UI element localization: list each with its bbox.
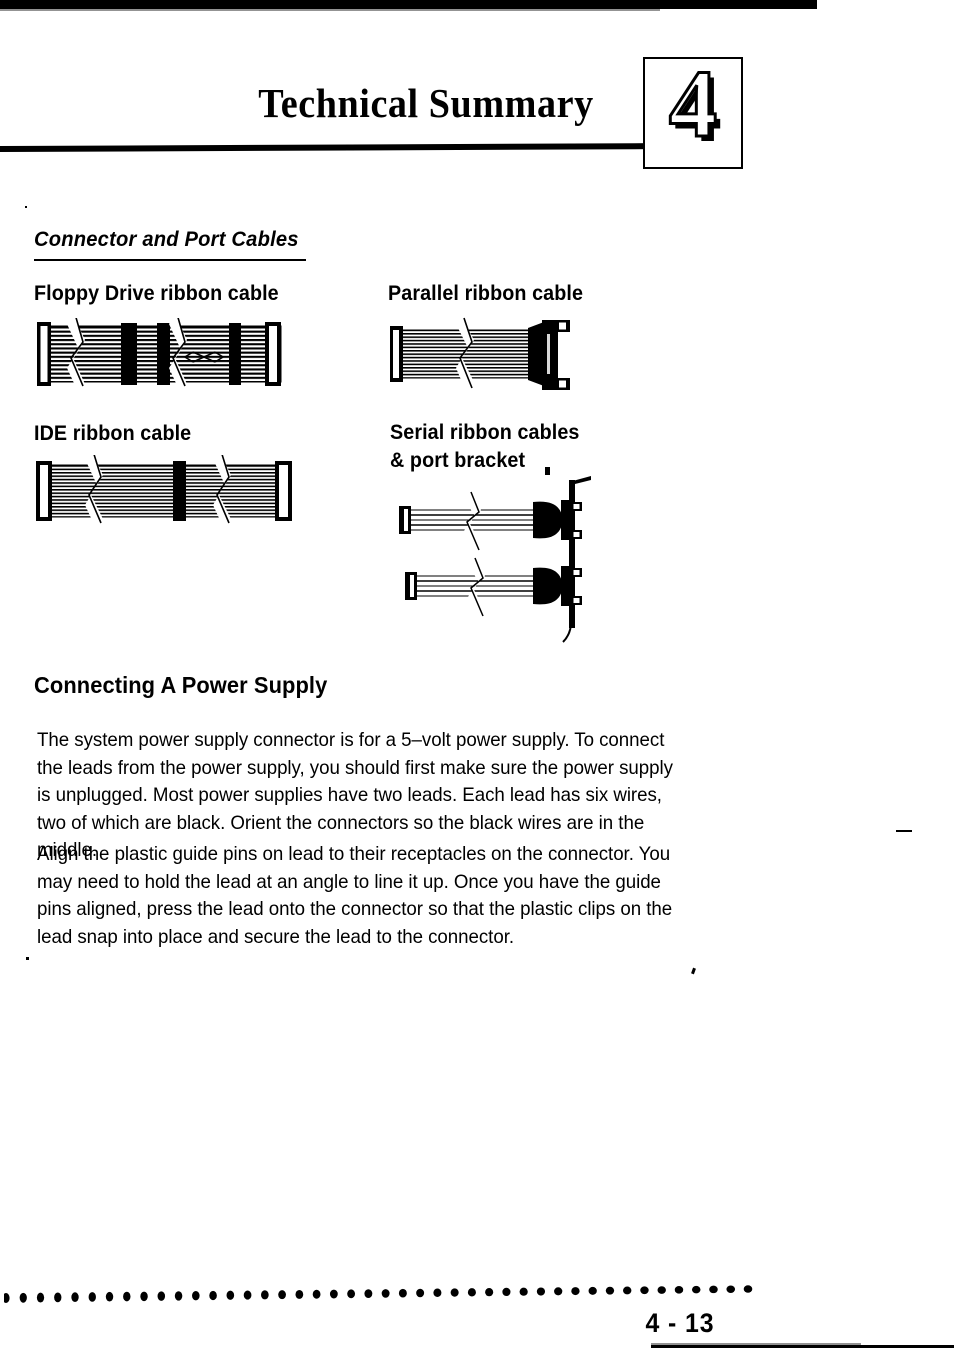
figure-serial-ribbon-cables bbox=[385, 472, 595, 649]
figure-label-ide-ribbon-cable: IDE ribbon cable bbox=[34, 422, 192, 445]
section-heading: Connector and Port Cables bbox=[34, 228, 299, 251]
serial-cable-1 bbox=[399, 491, 582, 556]
chapter-number-box: 4 bbox=[643, 57, 743, 169]
scan-speck bbox=[545, 467, 550, 475]
scan-speck bbox=[25, 206, 27, 208]
parallel-cable-illustration bbox=[390, 317, 570, 396]
scan-speck bbox=[26, 957, 29, 960]
body-paragraph-2: Align the plastic guide pins on lead to … bbox=[37, 843, 673, 948]
page-title: Technical Summary bbox=[258, 80, 594, 126]
footer-dot-rule bbox=[4, 1285, 753, 1303]
figure-label-parallel-ribbon-cable: Parallel ribbon cable bbox=[388, 282, 584, 305]
serial-cable-2 bbox=[405, 557, 582, 622]
scan-speck bbox=[691, 967, 696, 975]
page-number: 4 - 13 bbox=[645, 1308, 715, 1338]
figure-label-serial-ribbon-cables: Serial ribbon cables & port bracket bbox=[390, 421, 580, 473]
top-edge-scan-bleed-soft bbox=[0, 9, 660, 11]
body-heading-connecting-a-power-supply: Connecting A Power Supply bbox=[34, 672, 328, 698]
chapter-number: 4 bbox=[668, 57, 719, 158]
ide-cable-illustration bbox=[36, 450, 292, 531]
section-heading-rule bbox=[34, 259, 306, 261]
figure-ide-ribbon-cable bbox=[33, 450, 297, 532]
header-rule bbox=[0, 143, 649, 152]
figure-floppy-drive-ribbon-cable bbox=[33, 313, 289, 395]
scan-speck bbox=[896, 830, 912, 832]
floppy-cable-illustration bbox=[37, 313, 282, 394]
serial-cables-illustration bbox=[399, 476, 591, 643]
figure-label-floppy-drive-ribbon-cable: Floppy Drive ribbon cable bbox=[34, 282, 279, 305]
document-page: Technical Summary 4 Connector and Port C… bbox=[0, 0, 954, 1351]
top-edge-scan-bleed bbox=[0, 0, 817, 9]
figure-parallel-ribbon-cable bbox=[384, 316, 584, 405]
footer-rule bbox=[651, 1345, 954, 1348]
